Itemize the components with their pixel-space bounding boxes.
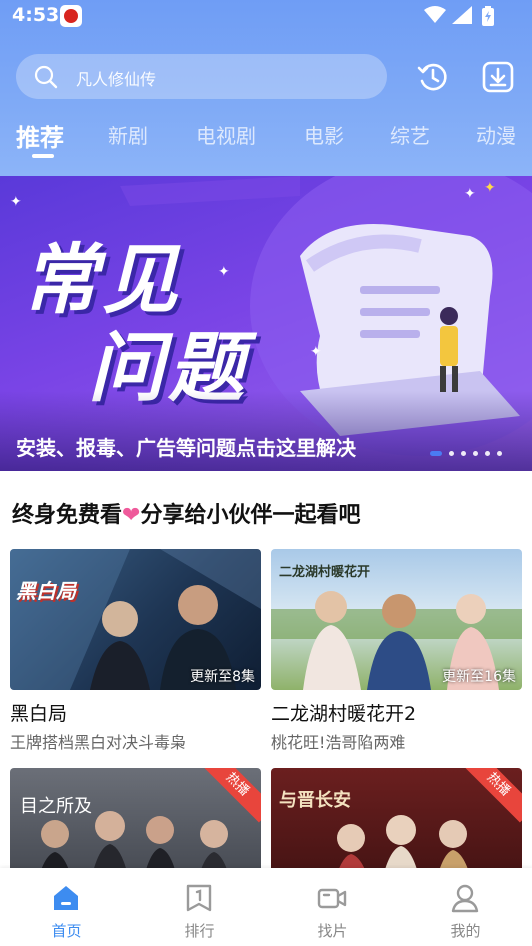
pagination-dot	[497, 451, 502, 456]
sparkle-icon: ✦	[310, 344, 322, 360]
nav-ranking[interactable]: 排行	[133, 868, 266, 946]
pagination-dot	[449, 451, 454, 456]
nav-home[interactable]: 首页	[0, 868, 133, 946]
tab-anime[interactable]: 动漫	[476, 120, 516, 149]
tab-variety[interactable]: 综艺	[390, 120, 430, 149]
nav-label: 找片	[317, 922, 348, 940]
sparkle-icon: ✦	[218, 264, 230, 280]
heart-icon: ❤	[122, 503, 141, 528]
battery-icon	[482, 6, 494, 30]
history-button[interactable]	[416, 60, 450, 94]
poster-title: 目之所及	[20, 796, 92, 817]
status-bar: 4:53	[0, 0, 532, 32]
search-icon	[34, 65, 58, 93]
poster-title: 与晋长安	[279, 790, 351, 811]
bottom-navigation: 首页 排行 找片 我的	[0, 868, 532, 946]
section-title-right: 分享给小伙伴一起看吧	[140, 503, 361, 528]
sparkle-icon: ✦	[464, 186, 476, 202]
home-icon	[54, 886, 78, 910]
update-label: 更新至8集	[190, 669, 255, 685]
video-subtitle: 王牌搭档黑白对决斗毒枭	[10, 733, 187, 752]
app-notification-icon	[60, 5, 82, 27]
sparkle-icon: ✦	[484, 180, 496, 196]
ranking-icon	[186, 884, 212, 912]
video-camera-icon	[317, 888, 347, 909]
sparkle-icon: ✦	[10, 194, 22, 210]
search-input[interactable]: 凡人修仙传	[76, 66, 156, 90]
signal-icon	[452, 6, 472, 28]
profile-icon	[451, 884, 479, 913]
tab-indicator	[32, 154, 54, 158]
tab-movies[interactable]: 电影	[304, 120, 344, 149]
nav-label: 排行	[184, 922, 215, 940]
tab-new-drama[interactable]: 新剧	[108, 120, 148, 149]
update-label: 更新至16集	[442, 669, 516, 685]
wifi-icon	[424, 6, 446, 28]
banner-caption: 安装、报毒、广告等问题点击这里解决	[16, 436, 356, 460]
history-icon	[417, 63, 447, 91]
nav-find-videos[interactable]: 找片	[266, 868, 399, 946]
status-time: 4:53	[12, 4, 60, 26]
tab-recommend[interactable]: 推荐	[16, 118, 64, 153]
pagination-dot	[430, 451, 442, 456]
pagination-dot	[485, 451, 490, 456]
poster-title: 黑白局	[16, 579, 76, 603]
nav-label: 我的	[450, 922, 481, 940]
video-thumbnail[interactable]: 黑白局 更新至8集	[10, 549, 261, 690]
section-title-left: 终身免费看	[12, 503, 123, 528]
poster-title: 二龙湖村暖花开	[279, 565, 371, 580]
nav-profile[interactable]: 我的	[399, 868, 532, 946]
download-icon	[482, 61, 514, 93]
video-subtitle: 桃花旺!浩哥陷两难	[271, 733, 406, 752]
tab-tv-series[interactable]: 电视剧	[196, 120, 256, 149]
pagination-dot	[473, 451, 478, 456]
video-title[interactable]: 黑白局	[10, 699, 67, 726]
category-tabs: 推荐 新剧 电视剧 电影 综艺 动漫	[0, 116, 532, 160]
nav-label: 首页	[51, 922, 82, 940]
video-title[interactable]: 二龙湖村暖花开2	[271, 699, 416, 726]
section-title: 终身免费看❤分享给小伙伴一起看吧	[12, 497, 360, 529]
search-bar[interactable]: 凡人修仙传	[16, 54, 387, 99]
pagination-dot	[461, 451, 466, 456]
faq-banner[interactable]: ✦ ✦ ✦ ✦ ✦ 常见 问题 安装、报毒、广告等问题点击这里解决	[0, 176, 532, 471]
video-thumbnail[interactable]: 二龙湖村暖花开 更新至16集	[271, 549, 522, 690]
download-button[interactable]	[481, 60, 515, 94]
